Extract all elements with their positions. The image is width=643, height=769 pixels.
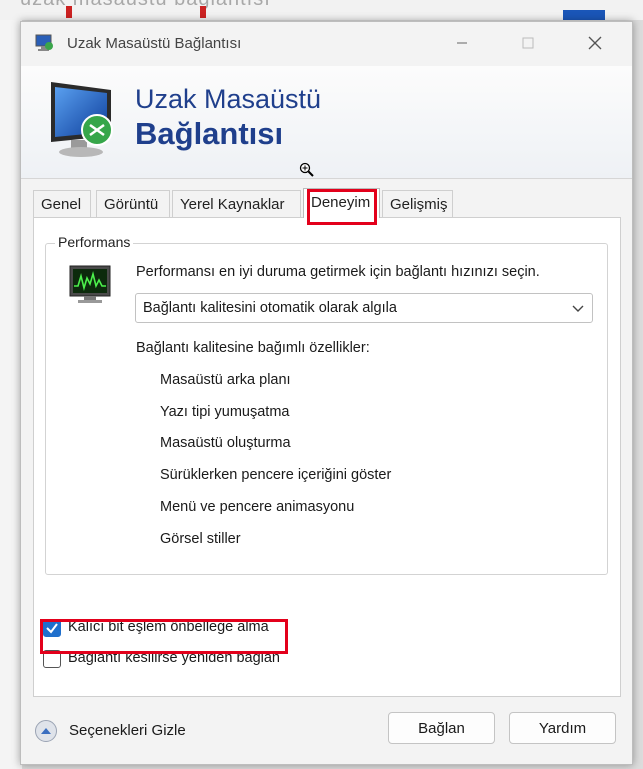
feature-item: Menü ve pencere animasyonu xyxy=(160,499,355,515)
remote-desktop-dialog: Uzak Masaüstü Bağlantısı Uzak Masaüstü B… xyxy=(20,21,633,765)
feature-item: Masaüstü arka planı xyxy=(160,372,291,388)
background-app-accent xyxy=(563,10,605,20)
minimize-icon xyxy=(457,42,467,44)
highlight-box-reconnect xyxy=(40,619,288,654)
feature-item: Yazı tipi yumuşatma xyxy=(160,404,290,420)
window-title: Uzak Masaüstü Bağlantısı xyxy=(67,35,242,52)
chevron-down-icon xyxy=(572,305,584,312)
hide-options-toggle[interactable] xyxy=(35,720,57,742)
close-button[interactable] xyxy=(572,22,618,64)
maximize-icon xyxy=(522,37,534,49)
performance-group: Performans Performansı en iyi duruma get… xyxy=(45,234,608,575)
help-button[interactable]: Yardım xyxy=(509,712,616,744)
tab-genel[interactable]: Genel xyxy=(33,190,91,217)
background-app-edge xyxy=(0,20,22,769)
monitor-icon xyxy=(51,82,113,157)
performance-description: Performansı en iyi duruma getirmek için … xyxy=(136,264,540,280)
chevron-up-icon xyxy=(41,728,51,734)
connect-button[interactable]: Bağlan xyxy=(388,712,495,744)
performance-monitor-icon xyxy=(69,265,111,303)
banner-title-line1: Uzak Masaüstü xyxy=(135,84,322,114)
tab-goruntu[interactable]: Görüntü xyxy=(96,190,170,217)
title-bar: Uzak Masaüstü Bağlantısı xyxy=(21,22,632,66)
close-icon xyxy=(588,36,602,50)
tab-gelismis[interactable]: Gelişmiş xyxy=(382,190,453,217)
minimize-button[interactable] xyxy=(439,22,485,64)
tab-yerel-kaynaklar[interactable]: Yerel Kaynaklar xyxy=(172,190,301,217)
feature-item: Masaüstü oluşturma xyxy=(160,435,291,451)
connection-speed-select[interactable]: Bağlantı kalitesini otomatik olarak algı… xyxy=(135,293,593,323)
performance-legend: Performans xyxy=(55,234,134,250)
background-app-marker xyxy=(200,6,206,18)
background-app-text: uzak masaüstü bağlantısı xyxy=(20,0,271,11)
banner-title-line2: Bağlantısı xyxy=(135,116,284,151)
remote-desktop-icon xyxy=(35,34,53,51)
connection-speed-value: Bağlantı kalitesini otomatik olarak algı… xyxy=(143,300,397,316)
features-title: Bağlantı kalitesine bağımlı özellikler: xyxy=(136,340,370,356)
maximize-button[interactable] xyxy=(505,22,551,64)
highlight-box-tab xyxy=(307,189,377,225)
background-app-marker xyxy=(66,6,72,18)
zoom-cursor-icon xyxy=(299,162,314,177)
feature-item: Sürüklerken pencere içeriğini göster xyxy=(160,467,392,483)
feature-item: Görsel stiller xyxy=(160,531,241,547)
banner: Uzak Masaüstü Bağlantısı xyxy=(21,66,632,179)
hide-options-label[interactable]: Seçenekleri Gizle xyxy=(69,722,186,739)
